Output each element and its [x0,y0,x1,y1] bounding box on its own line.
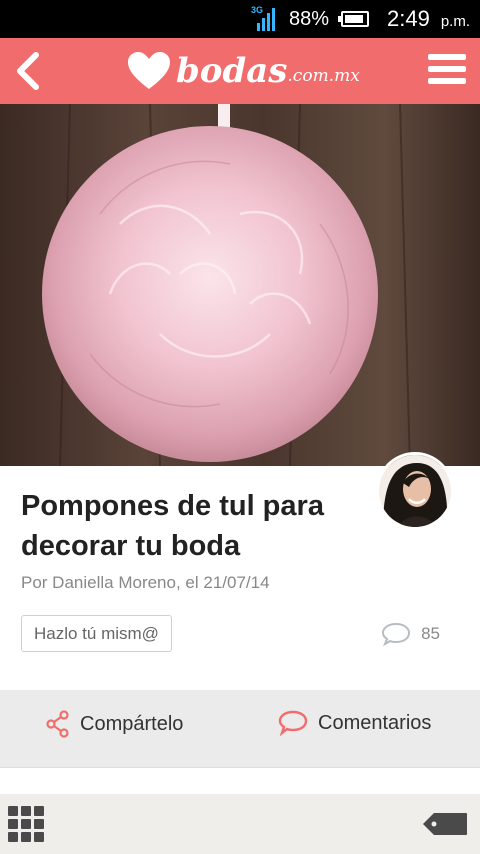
heart-logo-icon [128,52,170,89]
article-title: Pompones de tul para decorar tu boda [21,490,324,562]
article-byline: Por Daniella Moreno, el 21/07/14 [21,573,270,592]
speech-bubble-icon [382,622,411,646]
brand-domain: .com.mx [287,66,360,86]
hamburger-menu-icon[interactable] [428,54,466,84]
bottom-toolbar [0,794,480,854]
clock-ampm: p.m. [440,13,470,30]
signal-icon: 3G [251,5,281,31]
brand-logo[interactable]: bodas .com.mx [126,46,360,96]
comment-bubble-icon [278,710,308,736]
author-avatar[interactable] [376,452,454,530]
status-bar: 3G 88% 2:49 p.m. [0,0,480,38]
back-arrow-icon [17,52,39,90]
share-label: Compártelo [80,712,184,735]
status-indicators: 3G 88% 2:49 p.m. [251,0,470,38]
category-tag[interactable]: Hazlo tú mism@ [21,615,172,652]
action-bar: Compártelo Comentarios [0,690,480,768]
back-button[interactable] [12,51,44,91]
tag-icon[interactable] [422,812,468,836]
share-icon [46,710,69,738]
brand-name: bodas [176,51,288,91]
share-button[interactable]: Compártelo [46,710,183,738]
article-hero-image [0,104,480,466]
battery-percentage: 88% [288,7,329,30]
clock-time: 2:49 [386,6,430,31]
comment-count[interactable]: 85 [381,622,440,646]
battery-icon [337,11,369,27]
comments-label: Comentarios [318,711,432,734]
comments-button[interactable]: Comentarios [278,710,431,736]
apps-grid-icon[interactable] [8,806,44,842]
content-spacer [0,768,480,794]
app-header: bodas .com.mx [0,38,480,104]
comment-count-value: 85 [421,624,440,643]
